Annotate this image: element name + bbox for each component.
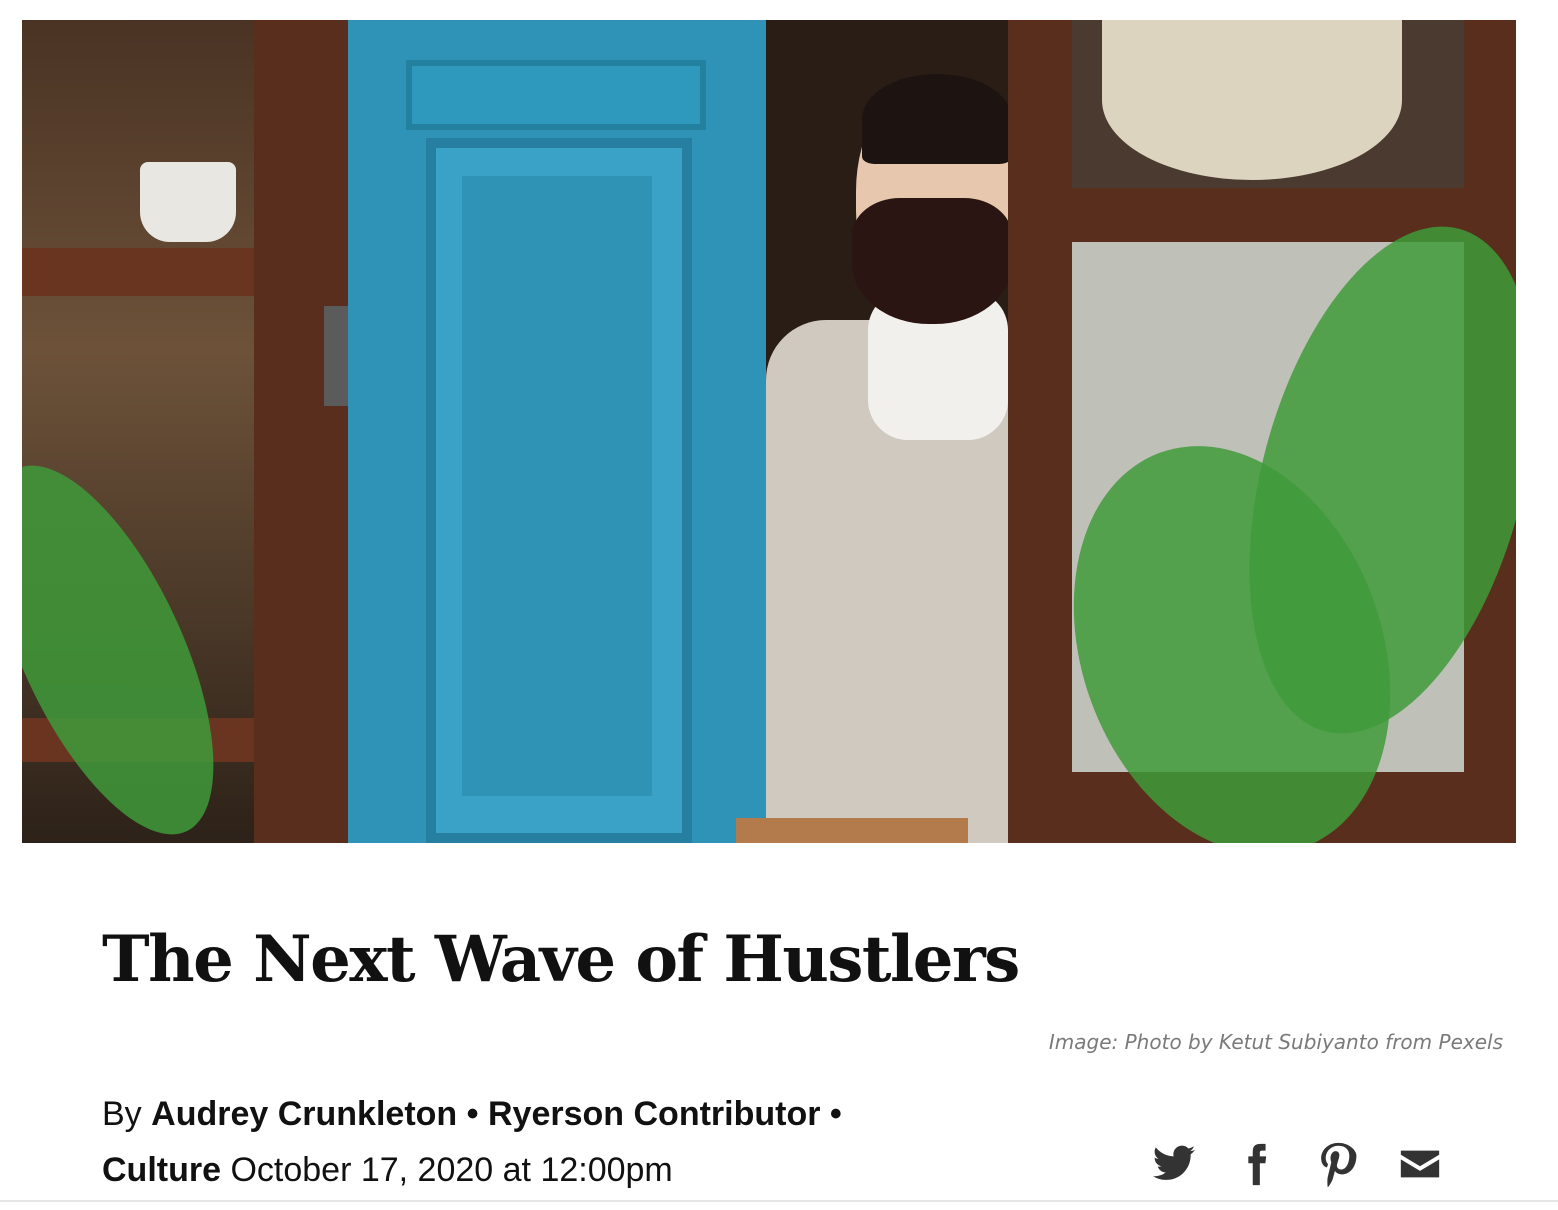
byline-separator: • [829,1095,842,1133]
section-link[interactable]: Culture [102,1151,221,1189]
article-title: The Next Wave of Hustlers [102,922,1020,997]
share-pinterest-button[interactable] [1312,1138,1364,1190]
twitter-icon [1152,1145,1196,1180]
facebook-icon [1248,1143,1267,1186]
publish-date: October 17, 2020 at 12:00pm [230,1151,673,1189]
hero-pot [140,162,236,242]
byline-separator: • [466,1095,479,1133]
hero-lamp [1102,20,1402,180]
hero-face-mask [852,198,1012,324]
hero-person-hair [862,74,1012,164]
share-bar [1148,1138,1446,1190]
hero-welcome-sign [736,818,968,843]
divider [0,1200,1558,1202]
share-email-button[interactable] [1394,1138,1446,1190]
pinterest-icon [1321,1142,1357,1187]
share-facebook-button[interactable] [1230,1138,1282,1190]
image-credit: Image: Photo by Ketut Subiyanto from Pex… [1048,1030,1503,1054]
author-role: Ryerson Contributor [488,1095,821,1133]
byline: By Audrey Crunkleton • Ryerson Contribut… [102,1086,982,1198]
email-icon [1400,1150,1440,1178]
share-twitter-button[interactable] [1148,1138,1200,1190]
hero-door-top-panel [406,60,706,130]
author-link[interactable]: Audrey Crunkleton [151,1095,457,1133]
hero-shelf [22,248,258,296]
hero-door-frame [254,20,350,843]
hero-door-inner-panel [462,176,652,796]
hero-image [22,20,1516,843]
hero-hinge [324,306,348,406]
byline-prefix: By [102,1095,142,1133]
